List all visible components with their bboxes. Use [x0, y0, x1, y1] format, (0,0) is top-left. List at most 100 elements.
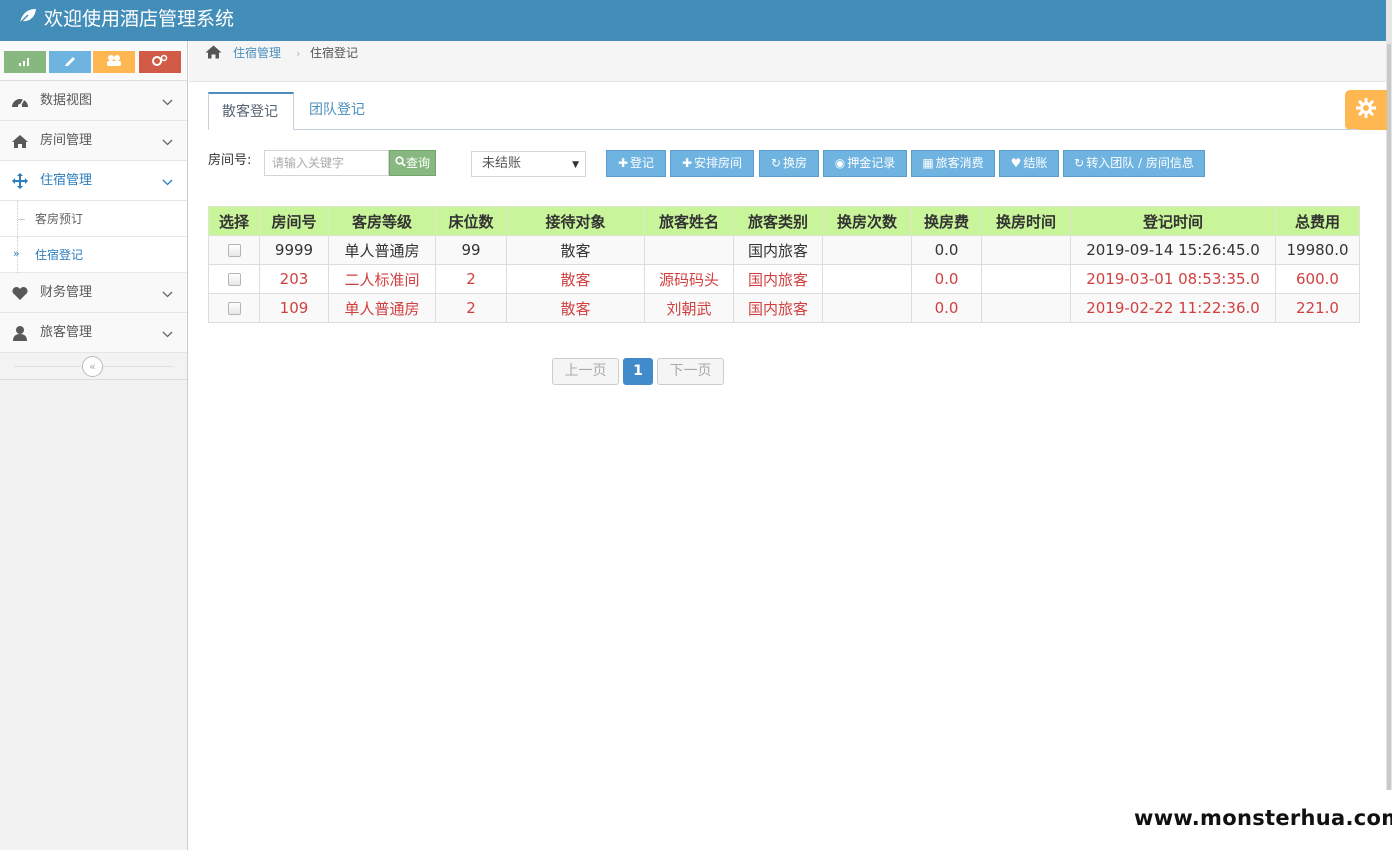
table-cell [981, 293, 1071, 323]
breadcrumb-parent-link[interactable]: 住宿管理 [233, 46, 281, 61]
signal-icon [18, 55, 32, 70]
table-cell: 109 [259, 293, 329, 323]
column-header[interactable]: 房间号 [259, 206, 329, 236]
tab-bar: 散客登记 团队登记 [208, 92, 1358, 130]
app-title: 欢迎使用酒店管理系统 [44, 8, 235, 30]
table-cell: 0.0 [911, 264, 982, 294]
button-label: 安排房间 [694, 156, 743, 170]
sidebar-subitem-room-reservation[interactable]: 客房预订 [0, 201, 187, 237]
row-checkbox[interactable] [227, 244, 241, 257]
button-label: 旅客消费 [935, 156, 984, 170]
query-button-label: 查询 [405, 156, 430, 170]
column-header[interactable]: 总费用 [1275, 206, 1360, 236]
home-icon[interactable] [205, 45, 222, 63]
sidebar-item-room-management[interactable]: 房间管理 [0, 121, 187, 161]
table-cell: 源码码头 [644, 264, 734, 294]
column-header[interactable]: 床位数 [435, 206, 507, 236]
table-cell [822, 293, 912, 323]
refresh-icon: ↻ [1074, 156, 1085, 170]
sidebar-item-label: 财务管理 [40, 285, 93, 300]
query-button[interactable]: 查询 [389, 150, 436, 176]
sidebar-item-label: 旅客管理 [40, 325, 93, 340]
sidebar: 数据视图 房间管理 住宿管理 客房预订 » 住宿登记 财务管理 旅客管理 « [0, 41, 188, 850]
chevron-down-icon [162, 287, 173, 302]
breadcrumb-current: 住宿登记 [310, 46, 359, 60]
table-cell: 国内旅客 [733, 293, 823, 323]
tab-group-checkin[interactable]: 团队登记 [296, 92, 378, 130]
user-icon [11, 325, 29, 341]
sidebar-collapse-button[interactable]: « [82, 356, 103, 377]
table-row[interactable]: 9999 单人普通房 99 散客 国内旅客 0.0 2019-09-14 15:… [208, 235, 1360, 265]
column-header[interactable]: 登记时间 [1070, 206, 1276, 236]
column-header[interactable]: 旅客姓名 [644, 206, 734, 236]
row-select-cell [208, 293, 260, 323]
table-cell: 600.0 [1275, 264, 1360, 294]
sidebar-item-guest-management[interactable]: 旅客管理 [0, 313, 187, 353]
refresh-icon: ↻ [770, 156, 782, 170]
tab-individual-checkin[interactable]: 散客登记 [208, 92, 294, 130]
table-cell: 二人标准间 [328, 264, 436, 294]
table-cell [822, 235, 912, 265]
column-header[interactable]: 旅客类别 [733, 206, 823, 236]
column-header[interactable]: 换房次数 [822, 206, 912, 236]
chevron-down-icon [162, 175, 173, 190]
table-cell: 散客 [506, 264, 645, 294]
button-label: 登记 [630, 156, 655, 170]
shortcut-signal-button[interactable] [4, 51, 46, 73]
table-cell: 2 [435, 293, 507, 323]
table-header-row: 选择 房间号 客房等级 床位数 接待对象 旅客姓名 旅客类别 换房次数 换房费 … [208, 206, 1360, 236]
button-label: 押金记录 [847, 156, 896, 170]
column-header[interactable]: 客房等级 [328, 206, 436, 236]
sidebar-item-label: 住宿管理 [40, 173, 93, 188]
deposit-record-button[interactable]: ◉ 押金记录 [823, 150, 907, 177]
table-row[interactable]: 109 单人普通房 2 散客 刘朝武 国内旅客 0.0 2019-02-22 1… [208, 293, 1360, 323]
column-header[interactable]: 接待对象 [506, 206, 645, 236]
shortcut-cogs-button[interactable] [139, 51, 181, 73]
table-cell: 2019-03-01 08:53:35.0 [1070, 264, 1276, 294]
shortcut-pencil-button[interactable] [49, 51, 91, 73]
gear-icon [1355, 97, 1377, 123]
room-search-input[interactable] [264, 150, 389, 176]
shortcut-users-button[interactable] [93, 51, 135, 73]
sidebar-item-data-view[interactable]: 数据视图 [0, 81, 187, 121]
sidebar-subitem-check-in[interactable]: » 住宿登记 [0, 237, 187, 273]
register-button[interactable]: ✚ 登记 [606, 150, 666, 177]
table-row[interactable]: 203 二人标准间 2 散客 源码码头 国内旅客 0.0 2019-03-01 … [208, 264, 1360, 294]
settlement-status-select[interactable]: 未结账 ▼ [471, 151, 586, 177]
current-page-button[interactable]: 1 [623, 358, 653, 385]
assign-room-button[interactable]: ✚ 安排房间 [670, 150, 754, 177]
watermark: www.monsterhua.com [1134, 806, 1392, 830]
button-label: 换房 [783, 156, 808, 170]
prev-page-button[interactable]: 上一页 [552, 358, 619, 385]
transfer-to-group-button[interactable]: ↻ 转入团队 / 房间信息 [1063, 150, 1205, 177]
table-cell: 203 [259, 264, 329, 294]
table-cell: 221.0 [1275, 293, 1360, 323]
table-cell: 0.0 [911, 235, 982, 265]
change-room-button[interactable]: ↻ 换房 [759, 150, 819, 177]
sidebar-collapse-row: « [0, 353, 187, 380]
search-icon [395, 151, 406, 175]
tree-tick [18, 219, 25, 220]
table-cell: 0.0 [911, 293, 982, 323]
table-cell [981, 235, 1071, 265]
table-cell: 单人普通房 [328, 293, 436, 323]
row-checkbox[interactable] [227, 302, 241, 315]
guest-consumption-button[interactable]: ▦ 旅客消费 [911, 150, 995, 177]
table-cell: 2019-02-22 11:22:36.0 [1070, 293, 1276, 323]
column-header[interactable]: 换房费 [911, 206, 982, 236]
scrollbar-thumb[interactable] [1387, 44, 1391, 790]
sidebar-item-lodging-management[interactable]: 住宿管理 [0, 161, 187, 201]
sidebar-item-label: 房间管理 [40, 133, 93, 148]
room-number-label: 房间号: [208, 153, 252, 168]
sidebar-item-finance-management[interactable]: 财务管理 [0, 273, 187, 313]
next-page-button[interactable]: 下一页 [657, 358, 724, 385]
sidebar-shortcuts [0, 41, 187, 81]
chevron-down-icon [162, 135, 173, 150]
table-cell: 刘朝武 [644, 293, 734, 323]
column-header[interactable]: 换房时间 [981, 206, 1071, 236]
row-select-cell [208, 264, 260, 294]
brand[interactable]: 欢迎使用酒店管理系统 [18, 7, 234, 31]
row-checkbox[interactable] [227, 273, 241, 286]
button-label: 转入团队 / 房间信息 [1086, 156, 1194, 170]
checkout-button[interactable]: ♥ 结账 [999, 150, 1059, 177]
